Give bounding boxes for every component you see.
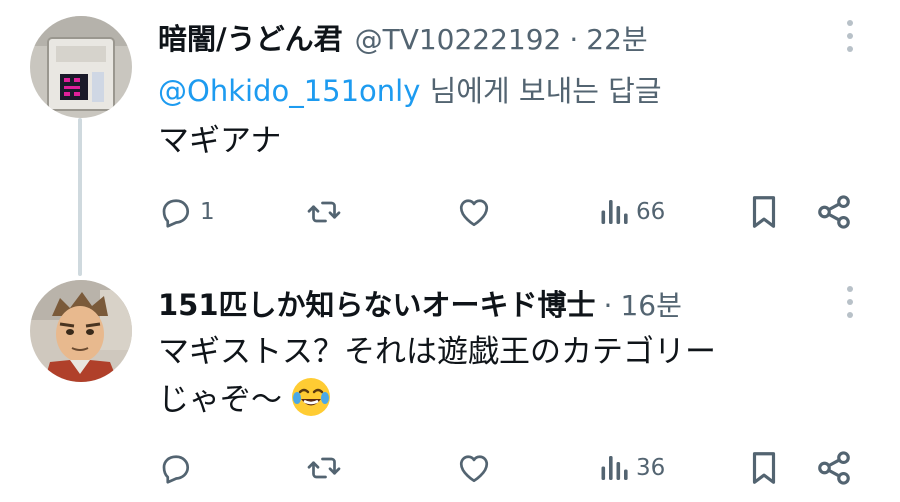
retweet-icon xyxy=(307,201,341,223)
tweet-text-line-2: じゃぞ〜 xyxy=(158,376,716,424)
replying-to: @Ohkido_151only 님에게 보내는 답글 xyxy=(158,68,662,110)
separator-dot: · xyxy=(569,23,579,56)
bookmark-button[interactable] xyxy=(748,446,780,490)
bookmark-icon xyxy=(752,452,776,484)
share-button[interactable] xyxy=(815,190,853,234)
display-name[interactable]: 151匹しか知らないオーキド博士 xyxy=(158,282,596,324)
like-icon xyxy=(459,199,489,227)
share-icon xyxy=(818,451,850,485)
views-button[interactable]: 36 xyxy=(600,446,665,490)
tweet-2[interactable]: 151匹しか知らないオーキド博士 · 16분 マギストス？それは遊戯王のカテゴリ… xyxy=(0,260,900,502)
retweet-button[interactable] xyxy=(305,190,349,234)
retweet-button[interactable] xyxy=(305,446,349,490)
avatar-image xyxy=(30,280,132,382)
like-button[interactable] xyxy=(455,446,499,490)
tweet-text-line: じゃぞ〜 xyxy=(158,382,282,418)
avatar[interactable] xyxy=(30,16,132,118)
tweet-1[interactable]: 暗闇/うどん君 @TV10222192 · 22분 @Ohkido_151onl… xyxy=(0,0,900,260)
display-name[interactable]: 暗闇/うどん君 xyxy=(158,16,343,58)
tweet-header: 暗闇/うどん君 @TV10222192 · 22분 xyxy=(158,16,648,58)
user-handle[interactable]: @TV10222192 xyxy=(355,23,562,56)
retweet-icon xyxy=(307,457,341,479)
like-button[interactable] xyxy=(455,190,499,234)
bookmark-icon xyxy=(752,196,776,228)
view-count: 36 xyxy=(636,455,666,481)
more-icon[interactable] xyxy=(838,16,862,56)
bookmark-button[interactable] xyxy=(748,190,780,234)
action-bar: 1 66 xyxy=(0,190,900,234)
avatar-image xyxy=(30,16,132,118)
timestamp[interactable]: 22분 xyxy=(586,18,647,58)
tweet-text-line: マギアナ xyxy=(158,123,282,159)
face-with-tears-of-joy-icon xyxy=(291,378,330,416)
tweet-text-line: マギストス？それは遊戯王のカテゴリー xyxy=(158,334,716,370)
more-icon[interactable] xyxy=(838,282,862,322)
separator-dot: · xyxy=(603,289,613,322)
mention-link[interactable]: @Ohkido_151only xyxy=(158,74,420,108)
like-icon xyxy=(459,455,489,483)
share-button[interactable] xyxy=(815,446,853,490)
timestamp[interactable]: 16분 xyxy=(620,284,681,324)
reply-button[interactable] xyxy=(158,446,200,490)
tweet-header: 151匹しか知らないオーキド博士 · 16분 xyxy=(158,282,682,324)
views-icon xyxy=(601,200,628,224)
reply-icon xyxy=(162,455,190,484)
reply-count: 1 xyxy=(200,199,215,225)
avatar[interactable] xyxy=(30,280,132,382)
thread-line xyxy=(78,118,82,276)
action-bar: 36 xyxy=(0,446,900,490)
tweet-text: マギストス？それは遊戯王のカテゴリー じゃぞ〜 xyxy=(158,328,716,424)
reply-button[interactable]: 1 xyxy=(158,190,215,234)
views-icon xyxy=(601,456,628,480)
tweet-text: マギアナ xyxy=(158,117,281,165)
views-button[interactable]: 66 xyxy=(600,190,665,234)
replying-to-label: 님에게 보내는 답글 xyxy=(420,74,662,108)
view-count: 66 xyxy=(636,199,666,225)
share-icon xyxy=(818,195,850,229)
reply-icon xyxy=(162,199,190,228)
